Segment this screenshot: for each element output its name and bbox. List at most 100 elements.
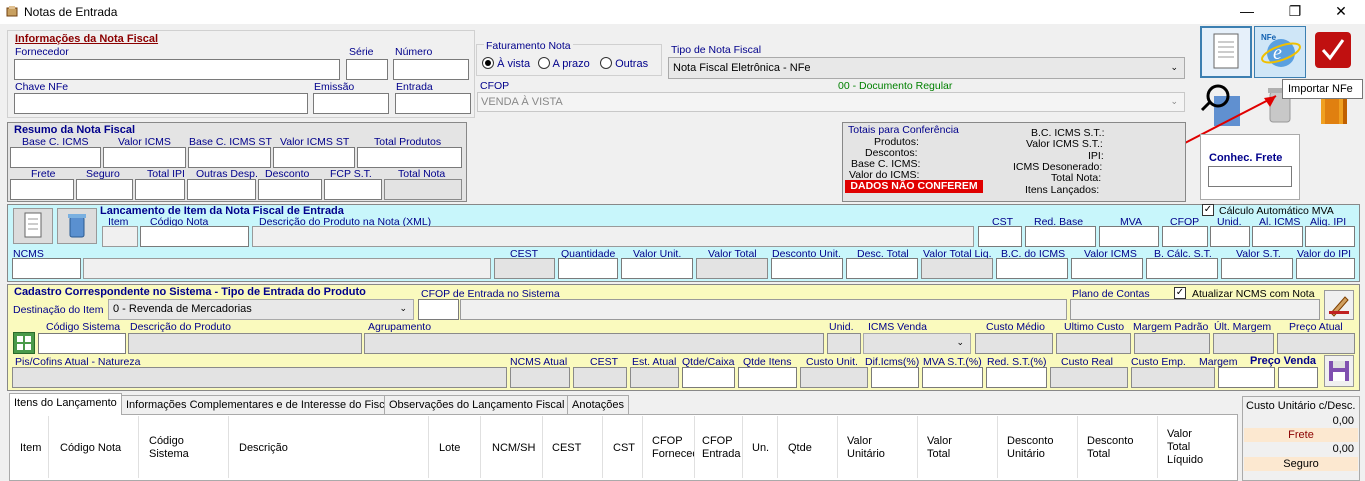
grid-header-cfop-entrada[interactable]: CFOP Entrada xyxy=(702,435,741,461)
minimize-button[interactable]: — xyxy=(1224,0,1270,24)
new-document-button[interactable] xyxy=(1200,26,1252,78)
new-item-button[interactable] xyxy=(13,208,53,244)
grid-header-valor-total-liquido[interactable]: Valor Total Líquido xyxy=(1167,428,1203,467)
custo-emp-input[interactable] xyxy=(1131,367,1215,388)
ncms-input[interactable] xyxy=(12,258,81,279)
descricao-produto-input[interactable] xyxy=(128,333,362,354)
valor-total-input[interactable] xyxy=(696,258,768,279)
unid-input[interactable] xyxy=(1210,226,1250,247)
valor-icms-item-input[interactable] xyxy=(1071,258,1143,279)
edit-plano-button[interactable] xyxy=(1324,290,1354,320)
tab-itens-lancamento[interactable]: Itens do Lançamento xyxy=(9,393,122,415)
radio-a-vista[interactable]: À vista xyxy=(482,57,530,70)
valor-unit-input[interactable] xyxy=(621,258,693,279)
desc-total-input[interactable] xyxy=(846,258,918,279)
b-calc-st-input[interactable] xyxy=(1146,258,1218,279)
frete-input[interactable] xyxy=(10,179,74,200)
preco-venda-input[interactable] xyxy=(1278,367,1318,388)
save-button[interactable] xyxy=(1324,355,1354,387)
dif-icms-input[interactable] xyxy=(871,367,919,388)
grid-header-cest[interactable]: CEST xyxy=(552,442,581,455)
mva-input[interactable] xyxy=(1099,226,1159,247)
fornecedor-input[interactable] xyxy=(14,59,340,80)
serie-input[interactable] xyxy=(346,59,388,80)
seguro-input[interactable] xyxy=(76,179,133,200)
ncms-desc-input[interactable] xyxy=(83,258,491,279)
quantidade-input[interactable] xyxy=(558,258,618,279)
al-icms-input[interactable] xyxy=(1252,226,1303,247)
tab-observacoes[interactable]: Observações do Lançamento Fiscal xyxy=(384,395,570,415)
tipo-nota-select[interactable]: Nota Fiscal Eletrônica - NFe ⌄ xyxy=(668,57,1185,79)
grid-header-un[interactable]: Un. xyxy=(752,442,769,455)
atualizar-ncms-checkbox[interactable]: ✓ xyxy=(1174,287,1186,299)
valor-icms-input[interactable] xyxy=(103,147,186,168)
total-ipi-input[interactable] xyxy=(135,179,185,200)
unid-cad-input[interactable] xyxy=(827,333,861,354)
custo-medio-input[interactable] xyxy=(975,333,1053,354)
ult-margem-input[interactable] xyxy=(1213,333,1274,354)
entrada-input[interactable] xyxy=(395,93,471,114)
radio-outras-icon[interactable] xyxy=(600,57,612,69)
delete-item-button[interactable] xyxy=(57,208,97,244)
grid-header-lote[interactable]: Lote xyxy=(439,442,460,455)
custo-real-input[interactable] xyxy=(1050,367,1128,388)
outras-desp-input[interactable] xyxy=(187,179,256,200)
grid-header-descricao[interactable]: Descrição xyxy=(239,442,288,455)
close-button[interactable]: ✕ xyxy=(1318,0,1364,24)
plano-contas-input[interactable] xyxy=(1070,299,1320,320)
total-produtos-input[interactable] xyxy=(357,147,462,168)
cfop-entrada-desc-input[interactable] xyxy=(460,299,1067,320)
fcp-st-input[interactable] xyxy=(324,179,382,200)
radio-outras[interactable]: Outras xyxy=(600,57,648,70)
grid-header-codigo-nota[interactable]: Código Nota xyxy=(60,442,121,455)
cfop-select[interactable]: VENDA À VISTA ⌄ xyxy=(477,92,1185,112)
grid-header-ncm-sh[interactable]: NCM/SH xyxy=(492,442,535,455)
emissao-input[interactable] xyxy=(313,93,389,114)
grid-header-valor-total[interactable]: Valor Total xyxy=(927,435,952,461)
pis-cofins-input[interactable] xyxy=(12,367,507,388)
base-icms-input[interactable] xyxy=(10,147,101,168)
grid-header-codigo-sistema[interactable]: Código Sistema xyxy=(149,435,189,461)
mva-st-input[interactable] xyxy=(922,367,983,388)
grid-header-qtde[interactable]: Qtde xyxy=(788,442,812,455)
base-icms-st-input[interactable] xyxy=(188,147,271,168)
conhec-frete-input[interactable] xyxy=(1208,166,1292,187)
valor-icms-st-input[interactable] xyxy=(273,147,355,168)
grid-header-item[interactable]: Item xyxy=(20,442,41,455)
valor-st-input[interactable] xyxy=(1221,258,1293,279)
descricao-xml-input[interactable] xyxy=(252,226,974,247)
grid-header-cfop-fornecedor[interactable]: CFOP Fornecedor xyxy=(652,435,694,461)
cst-input[interactable] xyxy=(978,226,1022,247)
ultimo-custo-input[interactable] xyxy=(1056,333,1131,354)
codigo-nota-input[interactable] xyxy=(140,226,249,247)
calc-mva-checkbox[interactable]: ✓ xyxy=(1202,204,1214,216)
qtde-caixa-input[interactable] xyxy=(682,367,735,388)
agrupamento-input[interactable] xyxy=(364,333,824,354)
preco-atual-input[interactable] xyxy=(1277,333,1355,354)
bc-icms-input[interactable] xyxy=(996,258,1068,279)
grid-header-desconto-total[interactable]: Desconto Total xyxy=(1087,435,1133,461)
tab-informacoes-complementares[interactable]: Informações Complementares e de Interess… xyxy=(121,395,396,415)
red-base-input[interactable] xyxy=(1025,226,1096,247)
item-input[interactable] xyxy=(102,226,138,247)
grid-header-valor-unitario[interactable]: Valor Unitário xyxy=(847,435,885,461)
confirm-button[interactable] xyxy=(1309,26,1357,74)
destinacao-select[interactable]: 0 - Revenda de Mercadorias ⌄ xyxy=(108,299,414,320)
cfop-item-input[interactable] xyxy=(1162,226,1208,247)
total-nota-input[interactable] xyxy=(384,179,462,200)
add-product-button[interactable] xyxy=(13,332,35,354)
margem-padrao-input[interactable] xyxy=(1134,333,1210,354)
cest-item-input[interactable] xyxy=(494,258,555,279)
grid-header-desconto-unitario[interactable]: Desconto Unitário xyxy=(1007,435,1053,461)
custo-unit-input[interactable] xyxy=(800,367,868,388)
valor-ipi-input[interactable] xyxy=(1296,258,1355,279)
valor-total-liq-input[interactable] xyxy=(921,258,993,279)
grid-header-cst[interactable]: CST xyxy=(613,442,635,455)
import-nfe-button[interactable]: e NFe xyxy=(1254,26,1306,78)
radio-a-prazo[interactable]: A prazo xyxy=(538,57,590,70)
icms-venda-select[interactable]: ⌄ xyxy=(863,333,971,354)
qtde-itens-input[interactable] xyxy=(738,367,797,388)
ncms-atual-input[interactable] xyxy=(510,367,570,388)
tab-anotacoes[interactable]: Anotações xyxy=(567,395,629,415)
codigo-sistema-input[interactable] xyxy=(38,333,126,354)
